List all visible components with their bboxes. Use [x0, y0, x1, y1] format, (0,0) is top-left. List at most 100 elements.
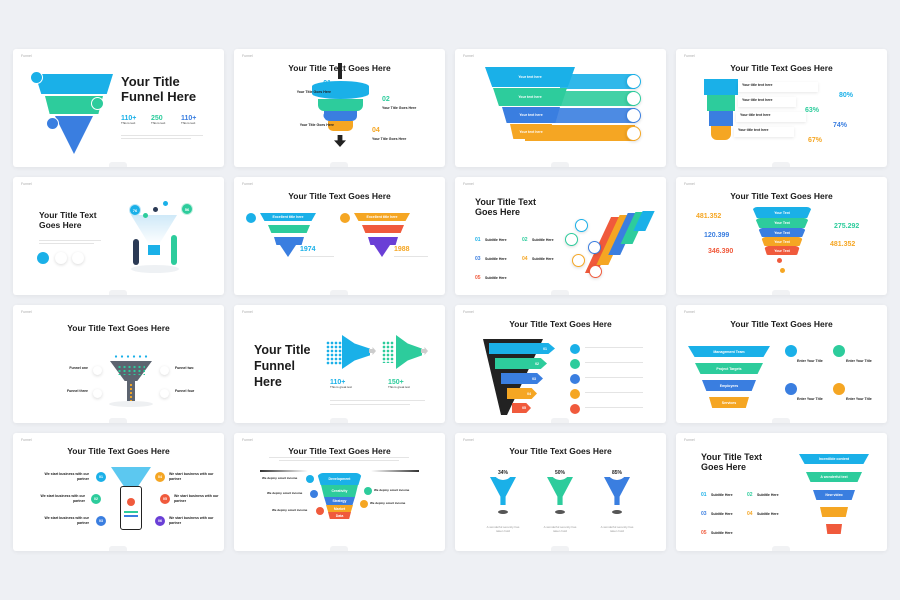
slide-thumbnail-7[interactable]: Funnel Your Title Text Goes Here 01 Subti… — [455, 177, 666, 295]
slide-thumbnail-6[interactable]: Funnel Your Title Text Goes Here Excelle… — [234, 177, 445, 295]
bulb-icon[interactable] — [55, 252, 67, 264]
slide-thumbnail-10[interactable]: Funnel Your Title Funnel Here 110+ This is … — [234, 305, 445, 423]
page-tab — [551, 418, 569, 423]
page-tab — [551, 546, 569, 551]
funnel-tip — [55, 116, 93, 154]
trophy-icon — [246, 213, 256, 223]
caption: A wonderful serenity has taken hold — [543, 525, 577, 533]
person-icon — [626, 108, 641, 123]
page-tab — [330, 418, 348, 423]
item-text: We start business with our partner — [169, 472, 214, 481]
funnel-band: Strategy — [324, 497, 355, 505]
funnel-label: Funnel three — [66, 389, 88, 393]
slide-thumbnail-14[interactable]: Funnel Your Title Text Goes Here Develop… — [234, 433, 445, 551]
funnel-band: Your Text — [758, 228, 806, 237]
slide-thumbnail-8[interactable]: Funnel Your Title Text Goes Here Your Te… — [676, 177, 887, 295]
list-item: 03 Subtitle Here — [475, 256, 507, 262]
step-title: Your Title Goes Here — [382, 106, 417, 110]
text-line — [39, 243, 94, 244]
text-line — [300, 256, 334, 257]
funnel-band — [704, 79, 738, 95]
slide-label: Funnel — [684, 310, 695, 314]
page-tab — [772, 290, 790, 295]
slide-thumbnail-16[interactable]: Funnel Your Title Text Goes Here 01 Subti… — [676, 433, 887, 551]
arrow-line — [371, 470, 419, 472]
funnel-band: Creativity — [321, 485, 358, 497]
text-line — [330, 400, 425, 401]
person-icon — [588, 241, 601, 254]
slide-title: Your Title Text Goes Here — [509, 446, 612, 456]
slide-thumbnail-9[interactable]: Funnel Your Title Text Goes Here Funnel … — [13, 305, 224, 423]
slide-thumbnail-3[interactable]: Funnel Your text here Your text here You… — [455, 49, 666, 167]
dots — [117, 365, 145, 375]
step-arrow: 05 — [512, 403, 531, 413]
step-icon — [570, 404, 580, 414]
step-number: 02 — [382, 96, 390, 103]
funnel-band: Market — [326, 505, 353, 512]
base — [612, 510, 622, 514]
stat: 110+ This is text — [121, 115, 137, 125]
funnel-bar: New video — [813, 490, 855, 500]
funnel-label: Funnel two — [175, 366, 194, 370]
slide-thumbnail-1[interactable]: Funnel Your Title Funnel Here 110+ This is… — [13, 49, 224, 167]
text-line — [269, 457, 409, 458]
pencil-icon — [626, 126, 641, 141]
slide-title: Your Title Text Goes Here — [39, 210, 97, 230]
page-tab — [772, 418, 790, 423]
slide-title: Your Title Text Goes Here — [67, 446, 170, 456]
caption: A wonderful serenity has taken hold — [600, 525, 634, 533]
stat-badge: 76 — [129, 204, 141, 216]
slide-label: Funnel — [242, 438, 253, 442]
funnel-cyan — [342, 335, 370, 369]
clock-icon[interactable] — [72, 252, 84, 264]
slide-thumbnail-5[interactable]: Funnel Your Title Text Goes Here 76 56 — [13, 177, 224, 295]
zigzag-band — [362, 225, 404, 233]
monitor-icon — [575, 219, 588, 232]
funnel-layer — [318, 99, 363, 111]
step-arrow: 01 — [489, 343, 555, 354]
year: 1974 — [300, 246, 316, 253]
target-icon — [833, 345, 845, 357]
item-text: We start business with our partner — [44, 516, 89, 525]
ball — [153, 207, 158, 212]
slide-label: Funnel — [684, 438, 695, 442]
slide-title: Your Title Funnel Here — [121, 74, 197, 104]
item-label: We deploy smart income — [272, 508, 308, 512]
target-icon — [127, 498, 135, 506]
slide-title: Your Title Text Goes Here — [67, 323, 170, 333]
slide-thumbnail-4[interactable]: Funnel Your Title Text Goes Here Your ti… — [676, 49, 887, 167]
step-badge: 02 — [91, 494, 101, 504]
megaphone-icon — [565, 233, 578, 246]
list-item: 02 Subtitle Here — [747, 492, 779, 498]
heart-icon — [46, 117, 59, 130]
bulb-icon — [93, 366, 102, 375]
chart-icon[interactable] — [37, 252, 49, 264]
slide-thumbnail-13[interactable]: Funnel Your Title Text Goes Here 01 02 0… — [13, 433, 224, 551]
entry-title: Enter Your Title — [797, 359, 823, 363]
slide-thumbnail-11[interactable]: Funnel Your Title Text Goes Here 01 02 0… — [455, 305, 666, 423]
funnel-band: Your text here — [502, 107, 560, 123]
page-tab — [330, 546, 348, 551]
person-icon — [785, 345, 797, 357]
slide-label: Funnel — [21, 310, 32, 314]
slide-title: Your Title Text Goes Here — [475, 197, 537, 218]
arrow-down-icon — [334, 135, 346, 147]
item-text: We start business with our partner — [40, 494, 85, 503]
slide-label: Funnel — [684, 54, 695, 58]
bullet-icon — [310, 490, 318, 498]
trophy-icon — [340, 213, 350, 223]
slide-label: Funnel — [21, 182, 32, 186]
item-label: We deploy smart income — [370, 501, 406, 505]
slide-thumbnail-15[interactable]: Funnel Your Title Text Goes Here 34% 50%… — [455, 433, 666, 551]
step-icon — [570, 344, 580, 354]
slide-title: Your Title Text Goes Here — [701, 452, 763, 473]
zigzag-band: Excellent title here — [354, 213, 410, 221]
slide-thumbnail-2[interactable]: Funnel Your Title Text Goes Here 01 Your… — [234, 49, 445, 167]
phone — [120, 486, 142, 530]
value: 275.292 — [834, 223, 860, 230]
list-item: 02 Subtitle Here — [522, 237, 554, 243]
slide-label: Funnel — [21, 54, 32, 58]
step-title: Your Title Goes Here — [299, 123, 334, 127]
funnel-bar: Management Team — [688, 346, 770, 357]
slide-thumbnail-12[interactable]: Funnel Your Title Text Goes Here Managem… — [676, 305, 887, 423]
